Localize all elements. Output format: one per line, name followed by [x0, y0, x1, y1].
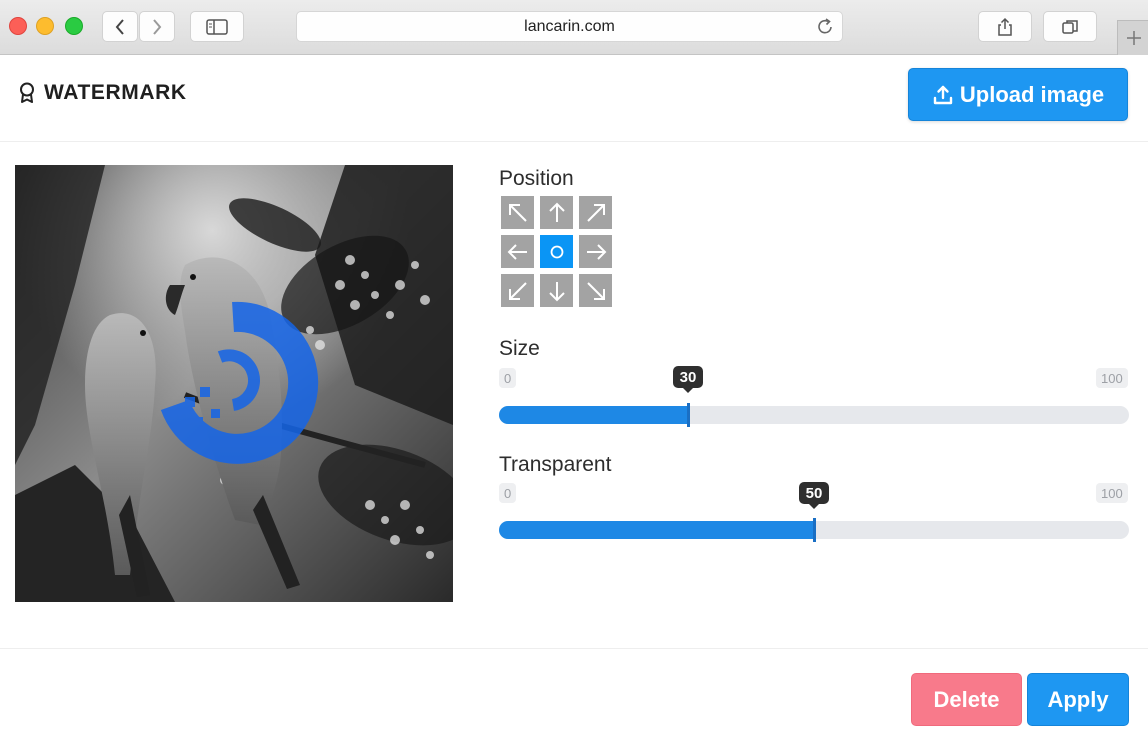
back-icon: [115, 18, 124, 35]
maximize-window-button[interactable]: [65, 17, 83, 35]
arrow-right-icon: [586, 243, 606, 260]
transparent-value-tooltip: 50: [799, 482, 829, 509]
plus-icon: [1126, 31, 1141, 45]
arrow-down-icon: [548, 281, 565, 301]
size-value-tooltip: 30: [673, 366, 703, 393]
size-slider[interactable]: [499, 406, 1129, 424]
position-top-button[interactable]: [540, 196, 573, 229]
upload-image-label: Upload image: [959, 81, 1105, 107]
share-icon: [998, 17, 1012, 36]
reload-icon[interactable]: [816, 17, 834, 36]
arrow-down-right-icon: [586, 281, 605, 300]
transparent-max-label: 100: [1096, 483, 1128, 503]
share-button[interactable]: [978, 11, 1032, 42]
new-tab-button[interactable]: [1117, 20, 1148, 55]
transparent-label: Transparent: [499, 453, 612, 476]
arrow-up-right-icon: [586, 203, 605, 222]
tabs-icon: [1062, 19, 1078, 34]
forward-icon: [153, 18, 162, 35]
minimize-window-button[interactable]: [36, 17, 54, 35]
app-header: WATERMARK Upload image: [0, 55, 1148, 142]
arrow-up-left-icon: [508, 203, 527, 222]
transparent-slider-handle[interactable]: [813, 518, 816, 542]
position-top-left-button[interactable]: [501, 196, 534, 229]
arrow-left-icon: [507, 243, 527, 260]
size-max-label: 100: [1096, 368, 1128, 388]
forward-button[interactable]: [139, 11, 175, 42]
watermark-preview-image: [15, 165, 453, 602]
size-slider-handle[interactable]: [687, 403, 690, 427]
apply-button[interactable]: Apply: [1027, 673, 1129, 726]
arrow-up-icon: [548, 202, 565, 222]
sidebar-button[interactable]: [190, 11, 244, 42]
position-label: Position: [499, 167, 574, 190]
url-text: lancarin.com: [524, 17, 615, 35]
position-center-button[interactable]: [540, 235, 573, 268]
transparent-min-label: 0: [499, 483, 517, 503]
position-bottom-right-button[interactable]: [579, 274, 612, 307]
size-min-label: 0: [499, 368, 517, 388]
position-right-button[interactable]: [579, 235, 612, 268]
footer-divider: [0, 648, 1148, 649]
delete-button[interactable]: Delete: [911, 673, 1022, 726]
browser-toolbar: lancarin.com: [0, 0, 1148, 55]
upload-image-button[interactable]: Upload image: [908, 68, 1128, 121]
size-label: Size: [499, 337, 540, 360]
page-title: WATERMARK: [44, 81, 187, 104]
tabs-overview-button[interactable]: [1043, 11, 1097, 42]
size-slider-fill: [499, 406, 688, 424]
address-bar[interactable]: lancarin.com: [296, 11, 843, 42]
position-bottom-button[interactable]: [540, 274, 573, 307]
brand: WATERMARK: [18, 81, 187, 105]
position-grid: [501, 196, 614, 309]
upload-icon: [933, 85, 953, 104]
position-left-button[interactable]: [501, 235, 534, 268]
close-window-button[interactable]: [9, 17, 27, 35]
award-icon: [20, 82, 34, 103]
position-top-right-button[interactable]: [579, 196, 612, 229]
position-bottom-left-button[interactable]: [501, 274, 534, 307]
arrow-down-left-icon: [508, 281, 527, 300]
back-button[interactable]: [102, 11, 138, 42]
transparent-slider-fill: [499, 521, 814, 539]
sidebar-icon: [206, 18, 228, 35]
circle-icon: [550, 245, 563, 258]
